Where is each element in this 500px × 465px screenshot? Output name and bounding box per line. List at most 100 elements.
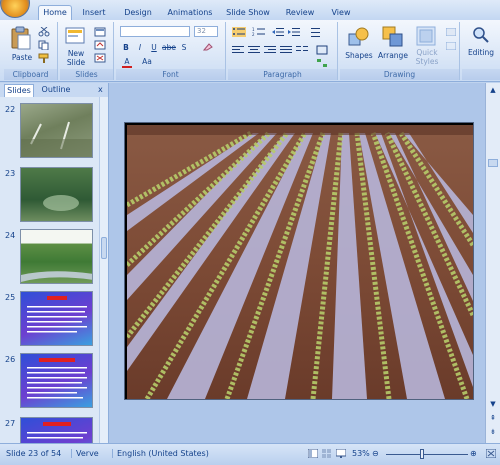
editing-group: Editing [462, 22, 500, 80]
paste-icon[interactable] [10, 26, 32, 52]
line-spacing-icon[interactable] [308, 27, 320, 39]
office-button[interactable] [0, 0, 30, 18]
copy-icon[interactable] [38, 40, 50, 52]
previous-slide-icon[interactable]: ⇞ [488, 413, 498, 423]
font-color-button[interactable]: A [122, 57, 132, 68]
tab-design[interactable]: Design [122, 7, 154, 20]
tab-home[interactable]: Home [38, 5, 72, 20]
zoom-slider-thumb[interactable] [420, 449, 424, 459]
font-name-combo[interactable] [120, 26, 190, 37]
delete-slide-icon[interactable] [94, 53, 106, 65]
svg-text:2: 2 [252, 32, 255, 37]
shapes-icon[interactable] [348, 26, 370, 50]
slides-pane-tabs: Slides Outline x [0, 83, 108, 97]
thumbnail-scroll-thumb[interactable] [101, 237, 107, 259]
slide-scroll-thumb[interactable] [488, 159, 498, 167]
scroll-down-icon[interactable]: ▼ [488, 399, 498, 409]
align-left-icon[interactable] [232, 45, 244, 57]
increase-indent-icon[interactable] [288, 27, 300, 39]
format-painter-icon[interactable] [38, 53, 50, 65]
slide-number: 22 [5, 105, 16, 114]
columns-icon[interactable] [296, 45, 308, 57]
slides-group-label: Slides [60, 69, 113, 80]
normal-view-icon[interactable] [307, 448, 319, 460]
clear-format-icon[interactable] [202, 42, 214, 54]
tab-review[interactable]: Review [283, 7, 317, 20]
powerpoint-window: Home Insert Design Animations Slide Show… [0, 0, 500, 465]
theme-name: Verve [71, 449, 99, 458]
thumbnail-scrollbar[interactable] [99, 97, 108, 443]
font-group-label: Font [116, 69, 225, 80]
ribbon: Paste Clipboard New Slide Slides 32 B I … [0, 20, 500, 82]
next-slide-icon[interactable]: ⇟ [488, 427, 498, 437]
shape-fill-icon[interactable] [445, 27, 457, 38]
change-case-button[interactable]: Aa [140, 57, 154, 66]
align-right-icon[interactable] [264, 45, 276, 57]
current-slide[interactable] [124, 122, 474, 400]
zoom-out-icon[interactable]: ⊖ [372, 449, 379, 458]
italic-button[interactable]: I [136, 43, 144, 52]
find-icon[interactable] [472, 26, 490, 46]
tab-outline[interactable]: Outline [38, 84, 74, 97]
shape-outline-icon[interactable] [445, 41, 457, 52]
tab-insert[interactable]: Insert [80, 7, 108, 20]
slide-number: 27 [5, 419, 16, 428]
editing-label[interactable]: Editing [462, 48, 500, 57]
tab-slide-show[interactable]: Slide Show [226, 7, 270, 20]
slide-thumbnail-23[interactable] [20, 167, 93, 222]
underline-button[interactable]: U [150, 43, 158, 52]
slide-number: 24 [5, 231, 16, 240]
scroll-up-icon[interactable]: ▲ [488, 85, 498, 95]
slide-counter: Slide 23 of 54 [6, 449, 62, 458]
font-size-combo[interactable]: 32 [194, 26, 218, 37]
new-slide-label: New Slide [66, 49, 86, 67]
bold-button[interactable]: B [122, 43, 130, 52]
drawing-group-label: Drawing [340, 69, 459, 80]
zoom-level[interactable]: 53% [352, 449, 370, 458]
quick-styles-label: Quick Styles [415, 48, 439, 66]
slide-vertical-scrollbar[interactable]: ▲ ▼ ⇞ ⇟ [485, 83, 500, 443]
paragraph-group: 12 Paragraph [228, 22, 338, 80]
new-slide-icon[interactable] [65, 26, 85, 48]
slide-show-icon[interactable] [335, 448, 347, 460]
slide-thumbnail-22[interactable] [20, 103, 93, 158]
slide-thumbnail-24[interactable] [20, 229, 93, 284]
justify-icon[interactable] [280, 45, 292, 57]
fit-slide-icon[interactable] [485, 448, 497, 460]
font-group: 32 B I U abe S A Aa Font [116, 22, 226, 80]
layout-icon[interactable] [94, 27, 106, 39]
arrange-icon[interactable] [382, 26, 404, 50]
shadow-button[interactable]: S [180, 43, 188, 52]
reset-icon[interactable] [94, 40, 106, 52]
cut-icon[interactable] [38, 26, 50, 39]
slide-number: 23 [5, 169, 16, 178]
tab-slides[interactable]: Slides [4, 84, 34, 97]
quick-styles-icon[interactable] [416, 26, 436, 48]
clipboard-group-label: Clipboard [4, 69, 57, 80]
slide-sorter-icon[interactable] [322, 449, 332, 460]
slide-thumbnail-25[interactable] [20, 291, 93, 346]
slide-number: 26 [5, 355, 16, 364]
strikethrough-button[interactable]: abe [162, 43, 176, 52]
zoom-in-icon[interactable]: ⊕ [470, 449, 477, 458]
clipboard-group: Paste Clipboard [4, 22, 58, 80]
field-photo [127, 125, 473, 399]
align-center-icon[interactable] [248, 45, 260, 57]
bullets-icon[interactable] [232, 27, 246, 39]
text-direction-icon[interactable] [316, 45, 328, 57]
zoom-slider[interactable] [386, 454, 468, 455]
shapes-label: Shapes [345, 51, 373, 60]
slide-thumbnail-27[interactable] [20, 417, 93, 443]
tab-animations[interactable]: Animations [166, 7, 214, 20]
numbering-icon[interactable]: 12 [252, 27, 266, 39]
status-bar: Slide 23 of 54 Verve English (United Sta… [0, 443, 500, 465]
slide-thumbnails-pane: 22 23 24 25 26 27 [0, 97, 99, 443]
slide-thumbnail-26[interactable] [20, 353, 93, 408]
close-pane-icon[interactable]: x [98, 85, 103, 94]
decrease-indent-icon[interactable] [272, 27, 284, 39]
drawing-group: Shapes Arrange Quick Styles Drawing [340, 22, 460, 80]
tab-view[interactable]: View [328, 7, 354, 20]
slide-number: 25 [5, 293, 16, 302]
ribbon-tab-bar: Home Insert Design Animations Slide Show… [0, 0, 500, 20]
language-indicator[interactable]: English (United States) [112, 449, 209, 458]
